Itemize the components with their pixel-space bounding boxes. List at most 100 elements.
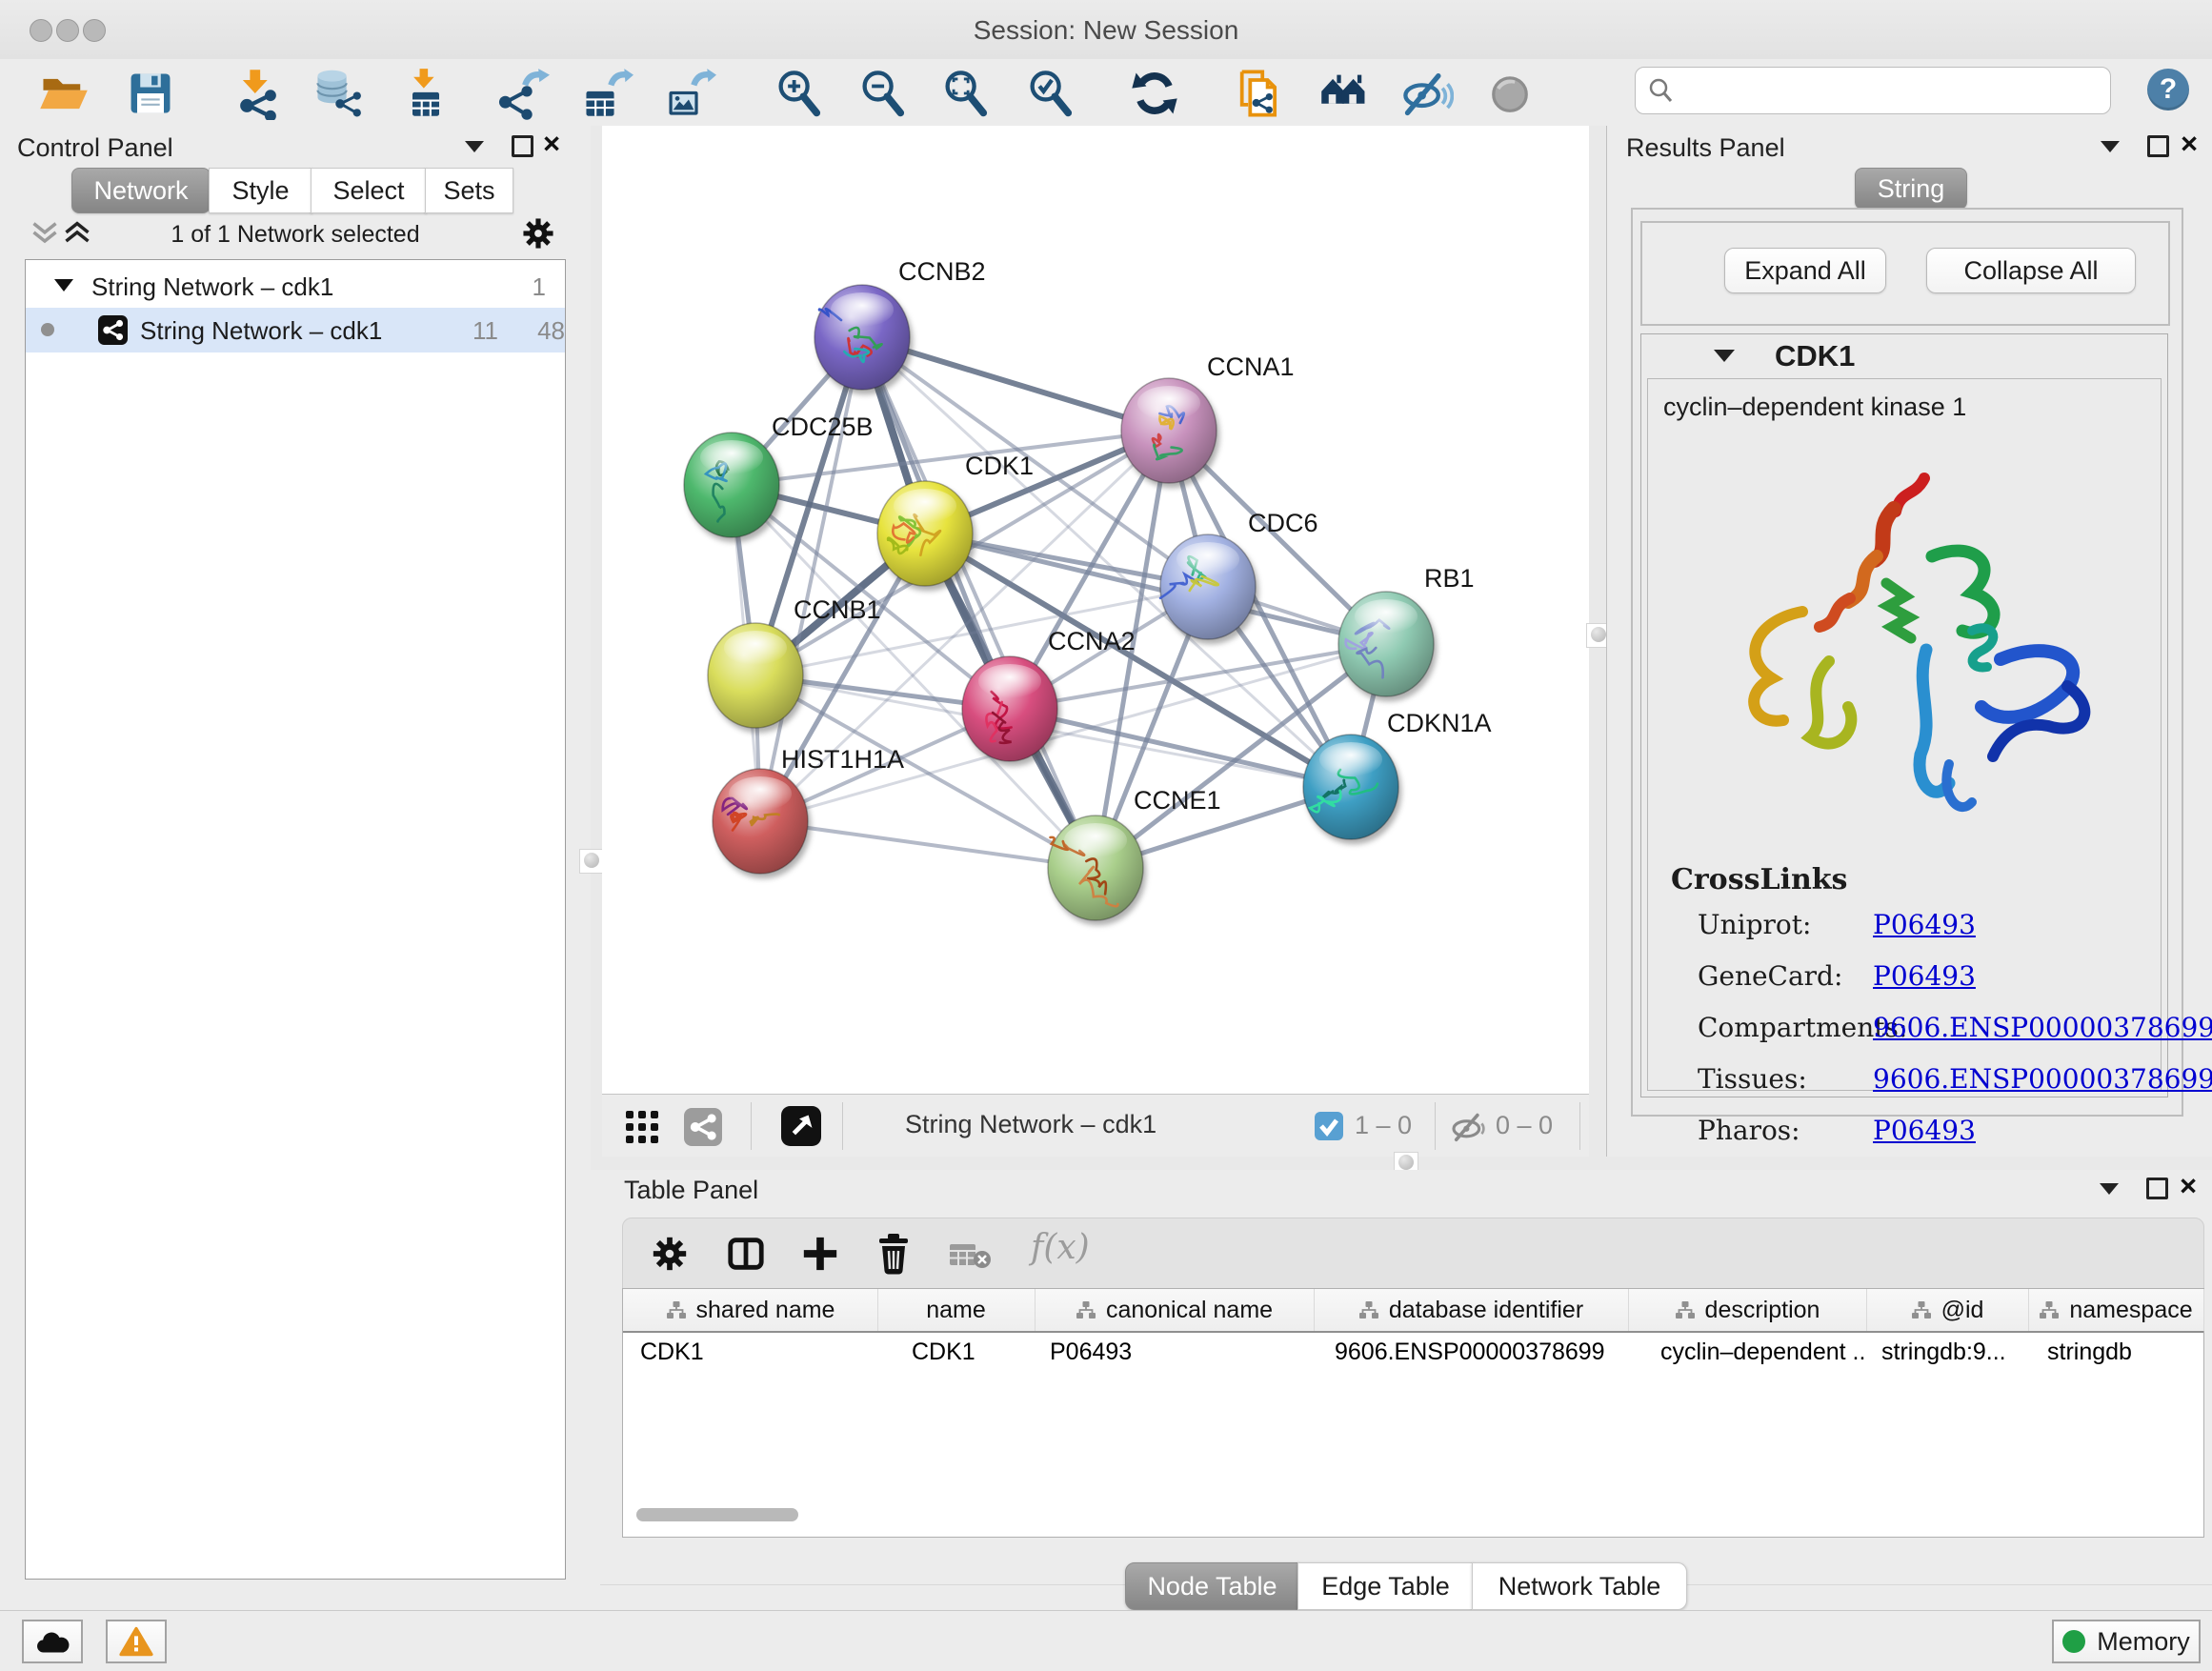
refresh-icon[interactable]	[1128, 67, 1181, 120]
share-session-icon[interactable]	[1233, 67, 1286, 120]
network-tree-item-row[interactable]: String Network – cdk1 11 48	[26, 308, 565, 352]
help-button[interactable]: ?	[2147, 69, 2189, 111]
export-table-icon[interactable]	[580, 67, 633, 120]
network-node-ccna2[interactable]	[962, 656, 1057, 761]
tab-select[interactable]: Select	[311, 168, 427, 213]
warning-button[interactable]	[106, 1620, 167, 1663]
crosslink-link[interactable]: P06493	[1873, 909, 1976, 940]
network-node-ccnb2[interactable]	[814, 285, 910, 390]
network-node-rb1[interactable]	[1338, 592, 1434, 696]
cloud-button[interactable]	[22, 1620, 83, 1663]
search-field	[1635, 67, 2111, 114]
crosslink-link[interactable]: 9606.ENSP00000378699	[1873, 1012, 2212, 1043]
network-node-ccnb1[interactable]	[708, 623, 803, 728]
selected-checkbox-icon[interactable]	[1315, 1112, 1343, 1140]
table-panel-close-icon[interactable]: ×	[2180, 1174, 2197, 1198]
tab-sets[interactable]: Sets	[425, 168, 513, 213]
tree-expand-icon[interactable]	[54, 279, 73, 292]
network-node-cdkn1a[interactable]	[1303, 735, 1398, 839]
network-collection-label: String Network – cdk1	[91, 272, 333, 302]
table-cell[interactable]: stringdb:9...	[1881, 1339, 2028, 1373]
gene-section-collapse-icon[interactable]	[1714, 350, 1735, 362]
search-input[interactable]	[1681, 71, 2104, 110]
table-cell[interactable]: cyclin–dependent ...	[1660, 1339, 1866, 1373]
control-panel-menu-icon[interactable]	[465, 141, 484, 152]
show-columns-icon[interactable]	[726, 1234, 766, 1274]
network-node-cdk1[interactable]	[877, 481, 973, 586]
left-splitter[interactable]	[591, 126, 602, 1157]
results-panel-menu-icon[interactable]	[2101, 141, 2120, 152]
tab-network[interactable]: Network	[71, 168, 211, 213]
tab-string[interactable]: String	[1855, 168, 1967, 210]
tab-network-table[interactable]: Network Table	[1472, 1562, 1687, 1610]
show-hide-panels-icon[interactable]	[1400, 67, 1454, 120]
network-graph[interactable]: CCNB2CCNA1CDC25BCDK1CDC6RB1CCNB1CCNA2CDK…	[602, 126, 1589, 1094]
function-builder-icon[interactable]: f(x)	[1031, 1228, 1090, 1267]
tab-style[interactable]: Style	[209, 168, 312, 213]
column-header-namespace[interactable]: namespace	[2028, 1289, 2204, 1331]
results-panel-float-icon[interactable]	[2147, 135, 2169, 157]
results-panel-close-icon[interactable]: ×	[2181, 131, 2198, 156]
network-share-icon	[98, 315, 128, 345]
delete-table-icon[interactable]	[949, 1241, 993, 1270]
zoom-selected-icon[interactable]	[1024, 67, 1077, 120]
table-cell[interactable]: CDK1	[640, 1339, 877, 1373]
save-session-icon[interactable]	[124, 67, 177, 120]
add-column-icon[interactable]	[800, 1234, 840, 1274]
collection-count: 1	[502, 272, 546, 302]
preview-eye-icon[interactable]	[1483, 67, 1537, 120]
tab-edge-table[interactable]: Edge Table	[1297, 1562, 1474, 1610]
column-header-canonical-name[interactable]: canonical name	[1035, 1289, 1315, 1331]
import-network-file-icon[interactable]	[231, 67, 285, 120]
network-node-cdc25b[interactable]	[684, 433, 779, 537]
network-edge[interactable]	[760, 821, 1096, 868]
control-panel-close-icon[interactable]: ×	[543, 131, 560, 156]
column-header--id[interactable]: @id	[1866, 1289, 2029, 1331]
hidden-eye-icon[interactable]	[1450, 1112, 1488, 1142]
zoom-out-icon[interactable]	[856, 67, 910, 120]
memory-button[interactable]: Memory	[2052, 1620, 2201, 1663]
table-panel-float-icon[interactable]	[2146, 1178, 2168, 1199]
table-cell[interactable]: P06493	[1050, 1339, 1314, 1373]
network-node-cdc6[interactable]	[1160, 534, 1256, 639]
expand-all-button[interactable]: Expand All	[1724, 248, 1886, 293]
table-options-gear-icon[interactable]	[650, 1234, 690, 1274]
table-cell[interactable]: 9606.ENSP00000378699	[1335, 1339, 1628, 1373]
zoom-in-icon[interactable]	[773, 67, 826, 120]
network-canvas[interactable]: CCNB2CCNA1CDC25BCDK1CDC6RB1CCNB1CCNA2CDK…	[602, 126, 1590, 1094]
export-image-icon[interactable]	[663, 67, 716, 120]
network-node-ccne1[interactable]	[1048, 815, 1143, 920]
column-header-name[interactable]: name	[877, 1289, 1036, 1331]
left-splitter-handle[interactable]	[579, 849, 604, 874]
grid-view-icon[interactable]	[625, 1110, 659, 1144]
network-edge[interactable]	[862, 337, 1096, 868]
tab-node-table[interactable]: Node Table	[1125, 1562, 1299, 1610]
crosslink-link[interactable]: 9606.ENSP00000378699	[1873, 1063, 2212, 1095]
network-options-gear-icon[interactable]	[520, 215, 556, 252]
column-header-description[interactable]: description	[1628, 1289, 1867, 1331]
collapse-all-button[interactable]: Collapse All	[1926, 248, 2136, 293]
import-network-database-icon[interactable]	[312, 67, 365, 120]
table-cell[interactable]: CDK1	[912, 1339, 1035, 1373]
network-share-toggle-icon[interactable]	[684, 1108, 722, 1146]
table-panel-menu-icon[interactable]	[2100, 1183, 2119, 1195]
gene-details-box: cyclin–dependent kinase 1	[1647, 378, 2162, 1091]
network-node-ccna1[interactable]	[1121, 378, 1217, 483]
home-icon[interactable]	[1318, 67, 1372, 120]
open-session-icon[interactable]	[37, 67, 90, 120]
birdseye-view-icon[interactable]	[781, 1106, 821, 1146]
network-tree-root-row[interactable]: String Network – cdk1 1	[26, 266, 565, 309]
crosslink-link[interactable]: P06493	[1873, 960, 1976, 992]
column-header-shared-name[interactable]: shared name	[623, 1289, 878, 1331]
horizontal-scrollbar-thumb[interactable]	[636, 1508, 798, 1521]
table-cell[interactable]: stringdb	[2047, 1339, 2203, 1373]
crosslink-link[interactable]: P06493	[1873, 1115, 1976, 1146]
zoom-fit-icon[interactable]	[939, 67, 993, 120]
network-edge[interactable]	[1010, 709, 1351, 787]
column-header-database-identifier[interactable]: database identifier	[1314, 1289, 1629, 1331]
import-table-icon[interactable]	[399, 67, 452, 120]
control-panel-float-icon[interactable]	[512, 135, 533, 157]
network-node-hist1h1a[interactable]	[713, 769, 808, 874]
export-network-icon[interactable]	[496, 67, 550, 120]
delete-column-trash-icon[interactable]	[873, 1232, 915, 1276]
